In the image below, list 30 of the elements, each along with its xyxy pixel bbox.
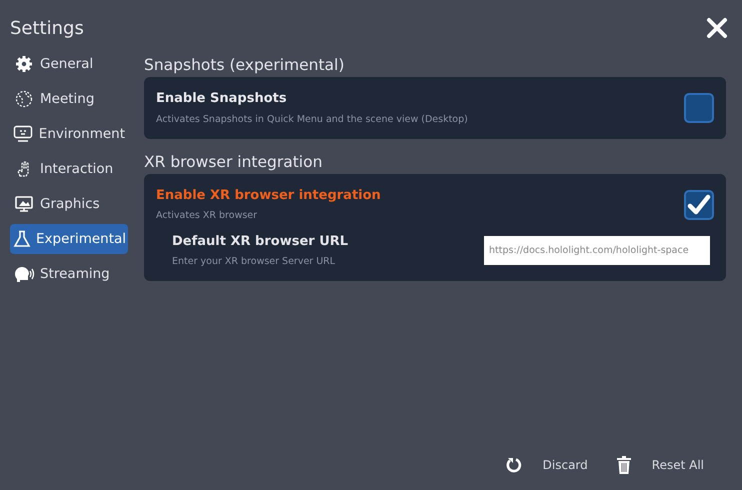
sidebar-item[interactable]: Interaction [10, 154, 128, 184]
sidebar-item[interactable]: Meeting [10, 84, 128, 114]
close-icon[interactable] [706, 17, 728, 39]
trash-icon[interactable] [616, 455, 632, 475]
footer-button[interactable]: Discard [542, 456, 588, 474]
gear-icon [15, 55, 33, 73]
checkbox[interactable] [684, 92, 714, 123]
section-heading: Snapshots (experimental) [144, 55, 346, 76]
setting-label: Enable XR browser integration [156, 186, 381, 205]
setting-description: Activates Snapshots in Quick Menu and the scene view (Desktop) [156, 112, 468, 126]
refresh-icon[interactable] [504, 456, 523, 474]
monitor-icon [13, 125, 34, 143]
sidebar-item[interactable]: General [10, 49, 128, 79]
globe-icon [15, 90, 33, 108]
footer-button[interactable]: Reset All [652, 456, 704, 474]
sidebar-item[interactable]: Graphics [10, 189, 128, 219]
sidebar-item[interactable]: Experimental [10, 224, 128, 254]
display-icon [15, 195, 33, 213]
field-label: Default XR browser URL [172, 232, 348, 250]
checkbox[interactable] [684, 190, 714, 220]
window-title: Settings [10, 16, 84, 40]
section-heading: XR browser integration [144, 152, 324, 173]
field-description: Enter your XR browser Server URL [172, 255, 336, 269]
head-icon [13, 265, 35, 283]
sidebar-item[interactable]: Environment [10, 119, 128, 149]
setting-description: Activates XR browser [156, 209, 258, 224]
url-field[interactable]: https://docs.hololight.com/hololight-space [484, 236, 710, 265]
setting-label: Enable Snapshots [156, 90, 288, 108]
flask-icon [13, 230, 31, 248]
sidebar-item[interactable]: Streaming [10, 259, 128, 289]
